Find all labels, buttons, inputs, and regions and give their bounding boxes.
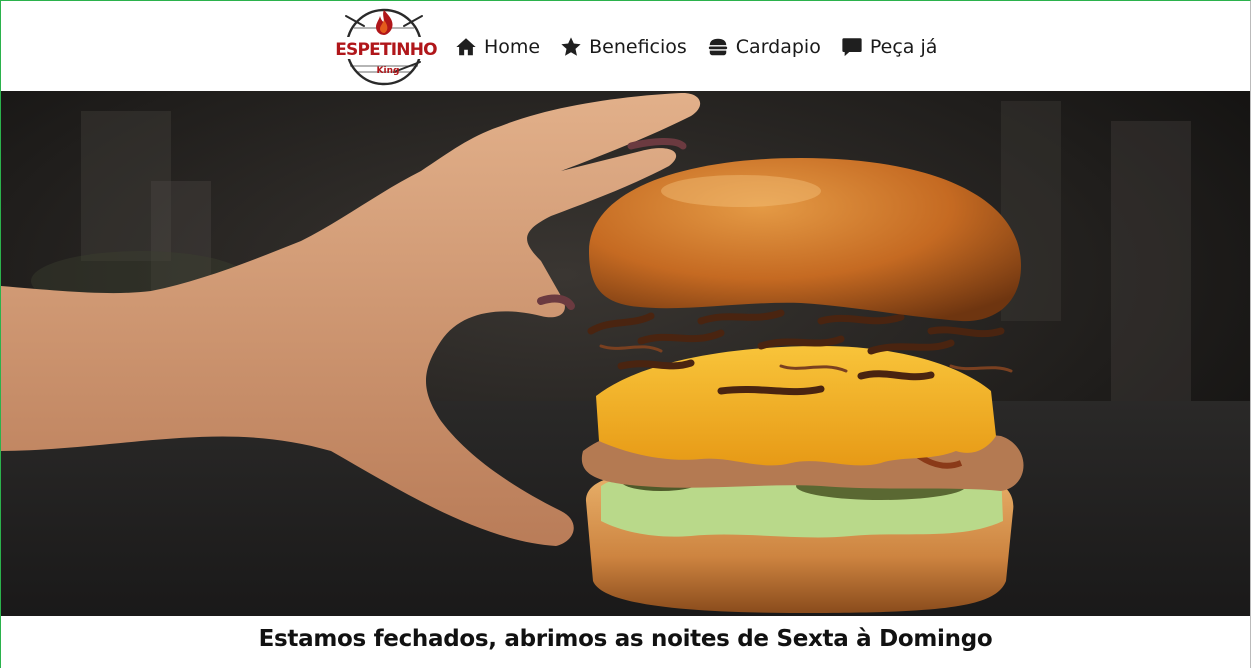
chat-icon <box>842 38 862 57</box>
brand-logo[interactable]: ESPETINHO King <box>334 6 438 88</box>
nav-peca-ja[interactable]: Peça já <box>841 36 938 58</box>
burger-icon <box>708 38 727 56</box>
hero-burger-image <box>1 91 1250 616</box>
home-icon <box>456 38 476 56</box>
nav-cardapio[interactable]: Cardapio <box>707 36 821 58</box>
main-nav: Home Beneficios Cardapio Peça já <box>455 31 937 63</box>
opening-hours-notice: Estamos fechados, abrimos as noites de S… <box>258 626 993 652</box>
nav-home[interactable]: Home <box>455 36 540 58</box>
nav-beneficios[interactable]: Beneficios <box>560 36 687 58</box>
hero-banner <box>1 91 1250 616</box>
logo-badge-icon: ESPETINHO King <box>334 8 438 86</box>
nav-home-label: Home <box>484 36 541 58</box>
navbar: ESPETINHO King Home Beneficios Cardapio <box>1 1 1250 91</box>
star-icon <box>561 37 581 56</box>
nav-beneficios-label: Beneficios <box>589 36 687 58</box>
svg-text:ESPETINHO: ESPETINHO <box>335 40 437 60</box>
nav-peca-ja-label: Peça já <box>869 36 938 58</box>
nav-cardapio-label: Cardapio <box>735 36 821 58</box>
svg-text:King: King <box>377 66 400 76</box>
